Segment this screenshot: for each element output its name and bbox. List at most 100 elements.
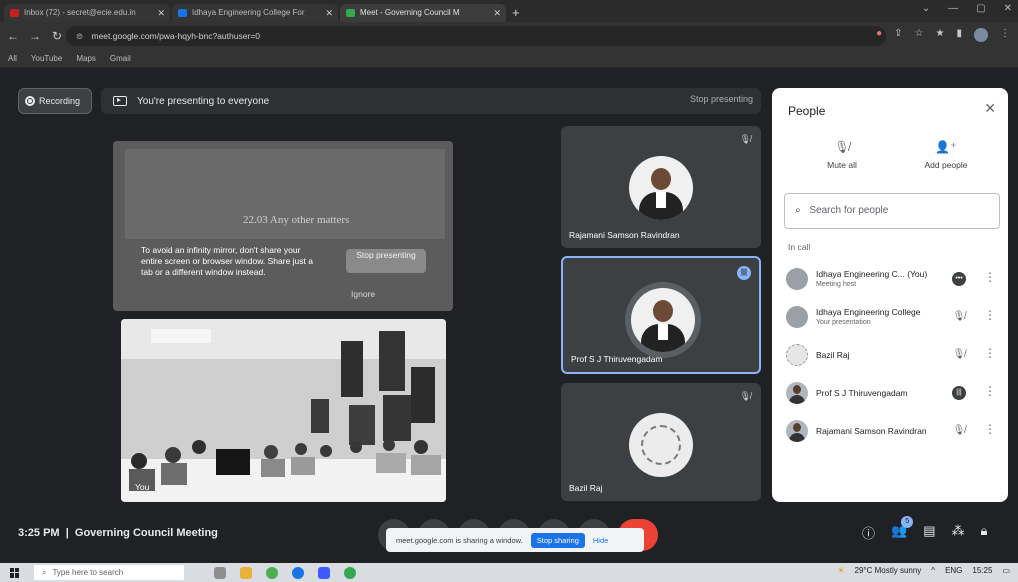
bookmark-gmail[interactable]: Gmail — [110, 54, 131, 63]
search-placeholder: Search for people — [809, 205, 889, 216]
close-window-icon[interactable]: ✕ — [1004, 3, 1012, 14]
meeting-time-and-title: 3:25 PM | Governing Council Meeting — [18, 527, 218, 539]
taskbar-search-input[interactable]: ⌕ Type here to search — [34, 565, 184, 580]
file-explorer-icon[interactable] — [240, 566, 252, 579]
extension-icon[interactable]: ★ — [936, 28, 945, 42]
tab-college[interactable]: Idhaya Engineering College For ✕ — [172, 4, 338, 22]
windows-taskbar: ⌕ Type here to search ☀ 29°C Mostly sunn… — [0, 563, 1018, 582]
task-view-icon[interactable] — [214, 566, 226, 579]
close-tab-icon[interactable]: ✕ — [157, 4, 165, 22]
people-button[interactable]: 👥 5 — [891, 516, 914, 542]
more-options-icon[interactable]: ⋮ — [984, 270, 996, 284]
mic-off-icon: 🎙︎̸ — [952, 311, 966, 322]
profile-avatar[interactable] — [974, 28, 988, 42]
ignore-button[interactable]: Ignore — [351, 289, 375, 299]
more-options-icon[interactable]: ⋮ — [984, 384, 996, 398]
chevron-down-icon[interactable]: ⌄ — [922, 3, 930, 14]
avatar — [786, 344, 808, 366]
tile-name: You — [135, 482, 150, 492]
activities-icon[interactable]: ⁂ — [952, 523, 965, 542]
close-icon[interactable]: ✕ — [984, 100, 996, 117]
tab-label: Inbox (72) - secret@ecie.edu.in — [24, 8, 136, 17]
maximize-icon[interactable]: ▢ — [976, 3, 985, 14]
app-icon[interactable] — [292, 566, 304, 579]
add-people-button[interactable]: 👤⁺ Add people — [906, 140, 986, 170]
participant-tile-thiruvengadam[interactable]: ||| Prof S J Thiruvengadam — [561, 256, 761, 374]
bookmarks-bar: All YouTube Maps Gmail — [0, 50, 1018, 68]
new-tab-icon[interactable]: + — [512, 4, 520, 22]
system-tray: ☀ 29°C Mostly sunny ^ ENG 15:25 ▭ — [837, 566, 1010, 575]
back-icon[interactable]: ← — [4, 29, 22, 43]
participant-row[interactable]: Idhaya Engineering College Your presenta… — [784, 302, 1000, 334]
participant-row[interactable]: Prof S J Thiruvengadam ||| ⋮ — [784, 378, 1000, 410]
host-controls-icon[interactable]: 🔒︎ — [981, 523, 988, 542]
minimize-icon[interactable]: — — [948, 3, 958, 14]
more-options-icon[interactable]: ⋮ — [984, 346, 996, 360]
participant-row-name: Prof S J Thiruvengadam — [816, 388, 908, 398]
sidepanel-icon[interactable]: ▮ — [956, 28, 962, 42]
participant-row[interactable]: Rajamani Samson Ravindran 🎙︎̸ ⋮ — [784, 416, 1000, 448]
chrome-icon[interactable] — [266, 566, 278, 579]
room-camera-tile: You — [121, 319, 446, 502]
avatar — [629, 156, 693, 220]
close-tab-icon[interactable]: ✕ — [325, 4, 333, 22]
weather-text[interactable]: 29°C Mostly sunny — [855, 566, 922, 575]
record-indicator-icon[interactable]: ● — [876, 28, 882, 42]
infinity-mirror-warning: To avoid an infinity mirror, don't share… — [141, 245, 313, 277]
stop-sharing-button[interactable]: Stop sharing — [530, 532, 585, 548]
address-input[interactable]: ⊜ meet.google.com/pwa-hqyh-bnc?authuser=… — [66, 26, 886, 46]
notifications-icon[interactable]: ▭ — [1002, 566, 1010, 575]
more-icon[interactable]: ⋮ — [1000, 28, 1010, 42]
tab-meet[interactable]: Meet - Governing Council M ✕ — [340, 4, 506, 22]
chrome-icon[interactable] — [344, 566, 356, 579]
mute-all-button[interactable]: 🎙︎̸ Mute all — [802, 140, 882, 170]
presenting-text: You're presenting to everyone — [137, 95, 270, 107]
stop-presenting-link[interactable]: Stop presenting — [690, 94, 753, 104]
screen-sharing-notice: meet.google.com is sharing a window. Sto… — [386, 528, 644, 552]
window-controls: ⌄ — ▢ ✕ — [922, 3, 1012, 14]
participant-name: Bazil Raj — [569, 483, 603, 493]
avatar — [629, 413, 693, 477]
tab-label: Meet - Governing Council M — [360, 8, 460, 17]
bookmark-all[interactable]: All — [8, 54, 17, 63]
more-options-icon[interactable]: ⋮ — [984, 308, 996, 322]
separator: | — [62, 527, 75, 539]
tray-expand-icon[interactable]: ^ — [931, 566, 935, 575]
address-toolbar: ← → ↻ ⊜ meet.google.com/pwa-hqyh-bnc?aut… — [0, 22, 1018, 50]
language-indicator[interactable]: ENG — [945, 566, 962, 575]
recording-button[interactable]: Recording — [18, 88, 92, 114]
windows-start-icon[interactable] — [10, 567, 20, 578]
participant-row-name: Idhaya Engineering C... (You) — [816, 269, 928, 279]
mic-off-icon: 🎙︎̸ — [739, 134, 751, 144]
bookmark-youtube[interactable]: YouTube — [31, 54, 62, 63]
app-icon[interactable] — [318, 566, 330, 579]
search-people-input[interactable]: ⌕ Search for people — [784, 193, 1000, 229]
people-count-badge: 5 — [901, 516, 914, 528]
tab-label: Idhaya Engineering College For — [192, 8, 305, 17]
star-icon[interactable]: ☆ — [915, 28, 924, 42]
clock[interactable]: 15:25 — [972, 566, 992, 575]
stop-presenting-button[interactable]: Stop presenting — [346, 249, 426, 273]
weather-icon[interactable]: ☀ — [837, 566, 844, 575]
search-icon: ⌕ — [795, 205, 801, 216]
hide-button[interactable]: Hide — [593, 536, 608, 545]
info-icon[interactable]: ⓘ — [862, 523, 875, 542]
in-call-heading: In call — [788, 242, 811, 252]
agenda-text: 22.03 Any other matters — [243, 214, 350, 226]
participant-row[interactable]: Bazil Raj 🎙︎̸ ⋮ — [784, 340, 1000, 372]
mute-all-label: Mute all — [827, 160, 857, 170]
participant-tile-bazil[interactable]: 🎙︎̸ Bazil Raj — [561, 383, 761, 501]
participant-tile-rajamani[interactable]: 🎙︎̸ Rajamani Samson Ravindran — [561, 126, 761, 248]
share-icon[interactable]: ⇪ — [894, 28, 902, 42]
present-screen-icon — [113, 96, 127, 106]
reload-icon[interactable]: ↻ — [48, 29, 66, 43]
close-tab-icon[interactable]: ✕ — [493, 4, 501, 22]
participant-row[interactable]: Idhaya Engineering C... (You) Meeting ho… — [784, 264, 1000, 296]
chat-icon[interactable]: ▤ — [923, 523, 935, 542]
pinned-apps — [214, 566, 356, 579]
more-options-icon[interactable]: ⋮ — [984, 422, 996, 436]
tab-gmail[interactable]: Inbox (72) - secret@ecie.edu.in ✕ — [4, 4, 170, 22]
forward-icon[interactable]: → — [26, 29, 44, 43]
bookmark-maps[interactable]: Maps — [76, 54, 96, 63]
add-person-icon: 👤⁺ — [935, 140, 957, 154]
